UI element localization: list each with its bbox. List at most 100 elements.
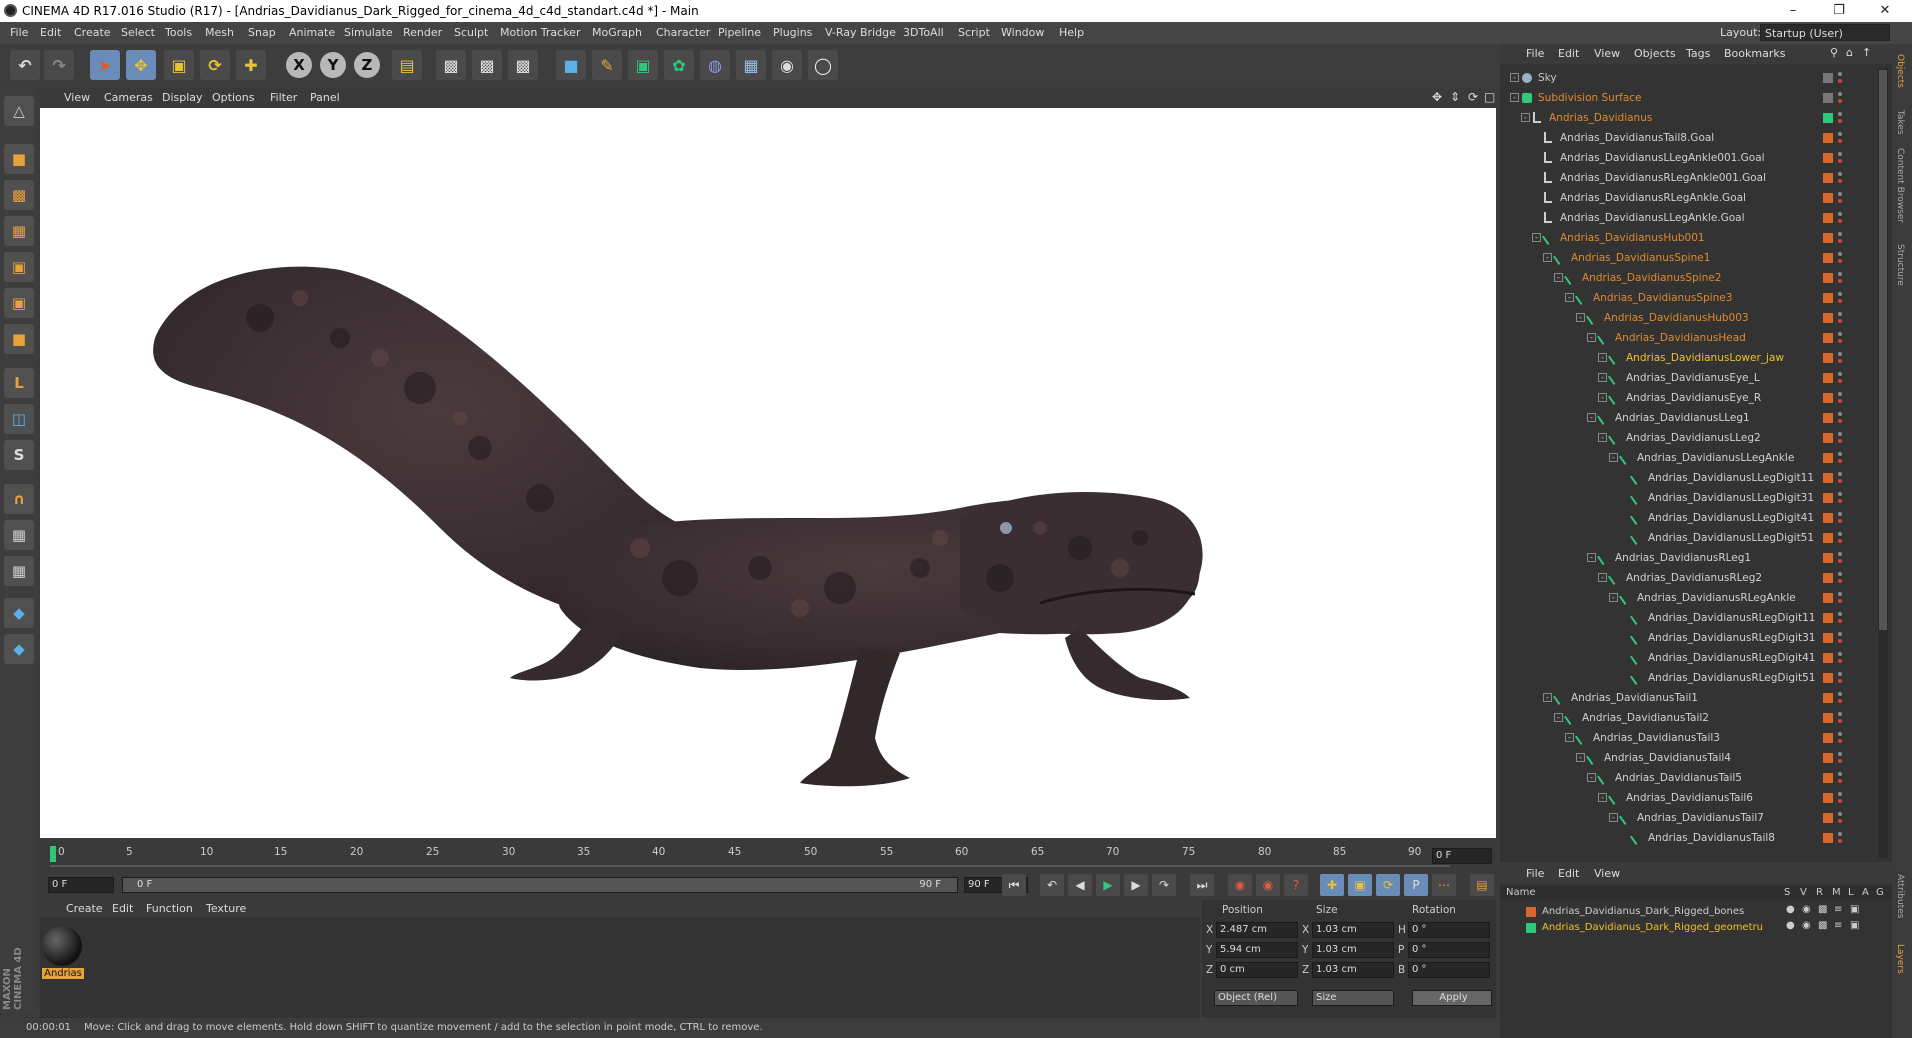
render-visibility-icon[interactable] [1838,79,1842,83]
display-tag-icon[interactable] [1823,113,1833,123]
render-visibility-icon[interactable] [1838,179,1842,183]
key-rotation-icon[interactable]: ⟳ [1376,874,1400,896]
layer-render-icon[interactable]: ▩ [1818,904,1827,915]
render-visibility-icon[interactable] [1838,519,1842,523]
editor-visibility-icon[interactable] [1838,72,1842,76]
subdivision-icon[interactable]: ▣ [628,50,658,80]
rotation-p-field[interactable]: 0 ° [1408,942,1490,958]
menu-mograph[interactable]: MoGraph [592,26,642,39]
axis-mode-icon[interactable]: L [4,368,34,398]
render-visibility-icon[interactable] [1838,379,1842,383]
object-row[interactable]: - Andrias_DavidianusLLegAnkle [1500,448,1870,468]
editor-visibility-icon[interactable] [1838,612,1842,616]
render-visibility-icon[interactable] [1838,359,1842,363]
coordinate-system-icon[interactable]: ▤ [392,50,422,80]
editor-visibility-icon[interactable] [1838,232,1842,236]
object-row[interactable]: Andrias_DavidianusLLegDigit11 [1500,468,1870,488]
layer-tag-icon[interactable] [1823,93,1833,103]
key-scale-icon[interactable]: ▣ [1348,874,1372,896]
render-visibility-icon[interactable] [1838,199,1842,203]
expand-toggle-icon[interactable]: - [1554,713,1563,722]
expand-toggle-icon[interactable]: - [1543,693,1552,702]
display-tag-icon[interactable] [1823,533,1833,543]
render-visibility-icon[interactable] [1838,219,1842,223]
editor-visibility-icon[interactable] [1838,272,1842,276]
display-tag-icon[interactable] [1823,293,1833,303]
up-arrow-icon[interactable]: ↑ [1862,46,1871,59]
previous-frame-icon[interactable]: ◀ [1068,874,1092,896]
expand-toggle-icon[interactable]: - [1521,113,1530,122]
layer-visible-icon[interactable]: ◉ [1802,904,1811,915]
menu-file[interactable]: File [10,26,28,39]
expand-toggle-icon[interactable]: - [1598,393,1607,402]
editor-visibility-icon[interactable] [1838,692,1842,696]
display-tag-icon[interactable] [1823,633,1833,643]
display-tag-icon[interactable] [1823,813,1833,823]
material-menu-create[interactable]: Create [66,902,103,915]
menu-character[interactable]: Character [656,26,710,39]
render-visibility-icon[interactable] [1838,819,1842,823]
menu-simulate[interactable]: Simulate [344,26,393,39]
python-script-icon[interactable]: ◆ [4,634,34,664]
light-icon[interactable]: ◯ [808,50,838,80]
timeline-ruler[interactable]: 0 5 10 15 20 25 30 35 40 45 50 55 60 65 … [40,840,1496,872]
expand-toggle-icon[interactable]: - [1598,433,1607,442]
layer-visible-icon[interactable]: ◉ [1802,920,1811,931]
om-menu-edit[interactable]: Edit [1558,47,1579,60]
render-visibility-icon[interactable] [1838,419,1842,423]
viewport-menu-display[interactable]: Display [162,91,203,104]
menu-motion-tracker[interactable]: Motion Tracker [500,26,580,39]
rotate-icon[interactable]: ⟳ [200,50,230,80]
expand-toggle-icon[interactable]: - [1598,353,1607,362]
render-visibility-icon[interactable] [1838,799,1842,803]
render-visibility-icon[interactable] [1838,719,1842,723]
deformer-icon[interactable]: ◍ [700,50,730,80]
next-key-icon[interactable]: ↷ [1152,874,1176,896]
expand-toggle-icon[interactable]: - [1609,593,1618,602]
material-item[interactable]: Andrias [42,926,84,984]
display-tag-icon[interactable] [1823,793,1833,803]
viewport-rotate-icon[interactable]: ⟳ [1468,90,1478,104]
object-row[interactable]: -Andrias_DavidianusLLegAnkle.Goal [1500,208,1870,228]
render-visibility-icon[interactable] [1838,659,1842,663]
om-menu-tags[interactable]: Tags [1686,47,1710,60]
keyframe-selection-icon[interactable]: ? [1284,874,1308,896]
menu-select[interactable]: Select [121,26,155,39]
render-visibility-icon[interactable] [1838,319,1842,323]
menu-plugins[interactable]: Plugins [773,26,812,39]
object-row[interactable]: -Andrias_DavidianusLLegAnkle001.Goal [1500,148,1870,168]
size-x-field[interactable]: 1.03 cm [1312,922,1394,938]
camera-icon[interactable]: ◉ [772,50,802,80]
display-tag-icon[interactable] [1823,213,1833,223]
render-visibility-icon[interactable] [1838,559,1842,563]
object-row[interactable]: - Andrias_DavidianusTail1 [1500,688,1870,708]
3d-viewport[interactable] [40,108,1496,838]
object-row[interactable]: - Andrias_DavidianusEye_L [1500,368,1870,388]
layer-render-icon[interactable]: ▩ [1818,920,1827,931]
polygons-mode-icon[interactable]: ■ [4,324,34,354]
expand-toggle-icon[interactable]: - [1609,813,1618,822]
display-tag-icon[interactable] [1823,753,1833,763]
object-row[interactable]: - Andrias_Davidianus [1500,108,1870,128]
editor-visibility-icon[interactable] [1838,592,1842,596]
menu-help[interactable]: Help [1059,26,1084,39]
render-visibility-icon[interactable] [1838,99,1842,103]
go-to-start-icon[interactable]: ⏮ [1002,874,1026,896]
editor-visibility-icon[interactable] [1838,792,1842,796]
display-tag-icon[interactable] [1823,773,1833,783]
object-row[interactable]: - Andrias_DavidianusRLegAnkle [1500,588,1870,608]
menu-create[interactable]: Create [74,26,111,39]
viewport-maximize-icon[interactable]: □ [1484,90,1495,104]
menu-script[interactable]: Script [958,26,990,39]
display-tag-icon[interactable] [1823,353,1833,363]
go-to-end-icon[interactable]: ⏭ [1190,874,1214,896]
size-z-field[interactable]: 1.03 cm [1312,962,1394,978]
x-axis-icon[interactable]: X [286,52,312,78]
material-menu-texture[interactable]: Texture [206,902,246,915]
expand-toggle-icon[interactable]: - [1576,313,1585,322]
render-visibility-icon[interactable] [1838,139,1842,143]
object-row[interactable]: - Sky [1500,68,1870,88]
layer-solo-icon[interactable]: ● [1786,904,1795,915]
render-visibility-icon[interactable] [1838,679,1842,683]
layout-dropdown[interactable]: Startup (User) [1760,24,1890,41]
